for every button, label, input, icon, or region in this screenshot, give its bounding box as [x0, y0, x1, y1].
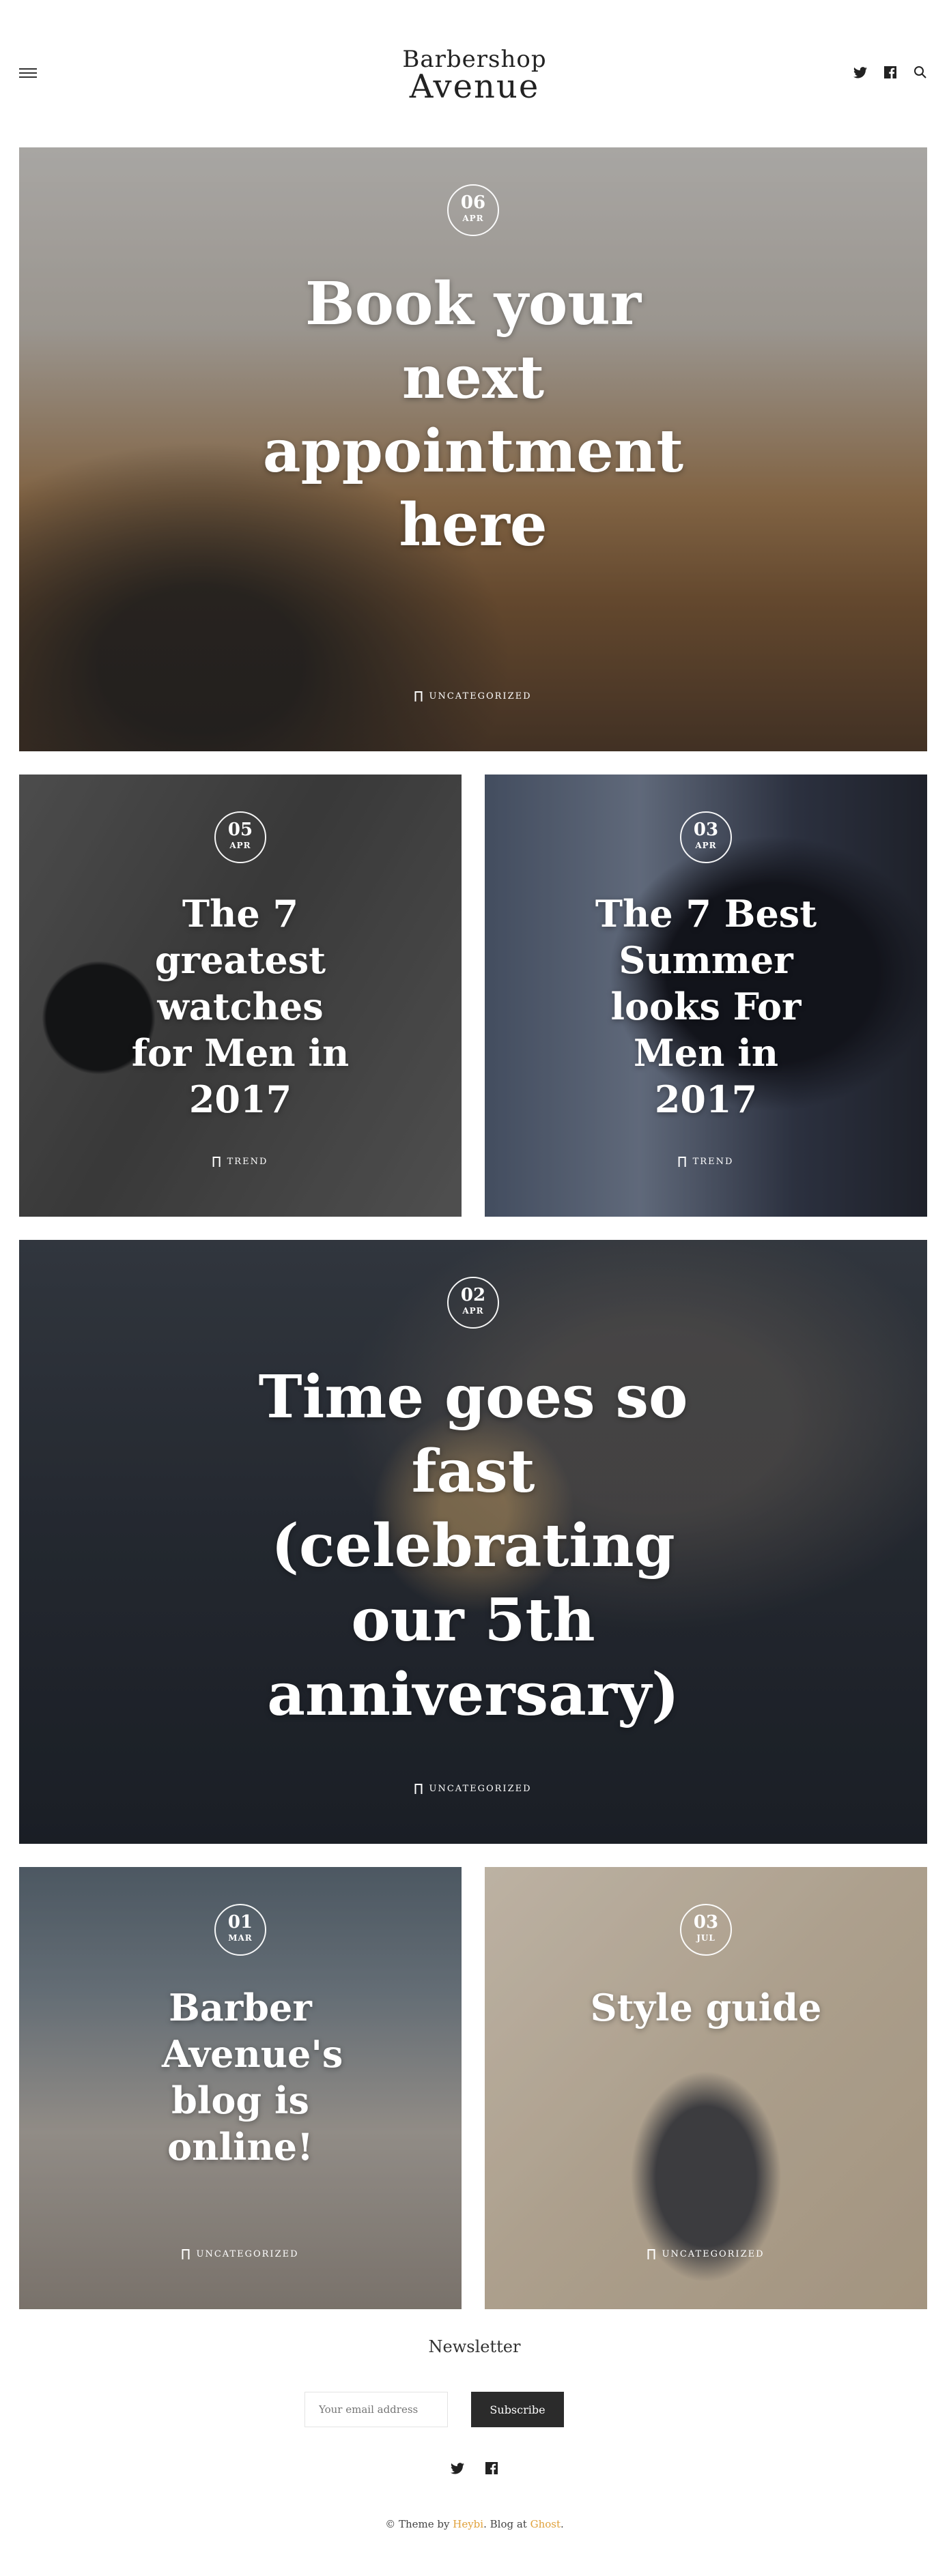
- post-tag[interactable]: UNCATEGORIZED: [182, 2249, 298, 2259]
- email-field[interactable]: [304, 2392, 448, 2427]
- post-tag-label: TREND: [692, 1157, 734, 1167]
- post-day: 02: [460, 1285, 486, 1305]
- facebook-icon[interactable]: [483, 2460, 500, 2476]
- post-title[interactable]: Book your next appointment here: [255, 267, 692, 562]
- post-month: APR: [229, 841, 251, 850]
- post-day: 06: [460, 192, 486, 213]
- post-card[interactable]: 05 APR The 7 greatest watches for Men in…: [19, 775, 462, 1217]
- post-card[interactable]: 06 APR Book your next appointment here U…: [19, 147, 927, 751]
- post-title[interactable]: Time goes so fast (celebrating our 5th a…: [255, 1360, 692, 1732]
- menu-icon[interactable]: [19, 66, 38, 81]
- post-date: 02 APR: [447, 1277, 499, 1329]
- bookmark-icon: [647, 2249, 655, 2259]
- header-icons: [852, 64, 929, 81]
- twitter-icon[interactable]: [852, 64, 868, 81]
- post-tag[interactable]: UNCATEGORIZED: [414, 1784, 531, 1794]
- post-card[interactable]: 03 APR The 7 Best Summer looks For Men i…: [485, 775, 927, 1217]
- post-day: 03: [693, 1912, 719, 1933]
- twitter-icon[interactable]: [449, 2460, 466, 2476]
- post-tag-label: UNCATEGORIZED: [429, 1784, 532, 1794]
- post-day: 05: [227, 820, 253, 840]
- post-month: APR: [462, 214, 484, 223]
- author-link[interactable]: Heybi: [453, 2518, 483, 2530]
- post-date: 01 MAR: [214, 1904, 266, 1956]
- post-month: MAR: [228, 1933, 253, 1943]
- post-tag-label: UNCATEGORIZED: [196, 2249, 299, 2259]
- post-date: 03 APR: [680, 811, 732, 863]
- site-logo[interactable]: Barbershop Avenue: [402, 48, 546, 106]
- post-title[interactable]: The 7 greatest watches for Men in 2017: [124, 891, 356, 1123]
- post-tag[interactable]: TREND: [212, 1157, 268, 1167]
- newsletter-section: Newsletter Subscribe: [0, 2337, 949, 2427]
- post-month: JUL: [696, 1933, 716, 1943]
- bookmark-icon: [182, 2249, 190, 2259]
- facebook-icon[interactable]: [882, 64, 898, 81]
- post-date: 06 APR: [447, 184, 499, 236]
- site-header: Barbershop Avenue: [0, 0, 949, 147]
- post-month: APR: [695, 841, 717, 850]
- search-icon[interactable]: [912, 64, 929, 81]
- bookmark-icon: [212, 1157, 221, 1167]
- footer-credits: © Theme by Heybi. Blog at Ghost.: [0, 2518, 949, 2530]
- post-tag[interactable]: UNCATEGORIZED: [414, 691, 531, 701]
- footer-middle: . Blog at: [483, 2518, 530, 2530]
- bookmark-icon: [678, 1157, 686, 1167]
- post-tag[interactable]: TREND: [678, 1157, 734, 1167]
- bookmark-icon: [414, 1784, 423, 1794]
- footer-social: [0, 2460, 949, 2476]
- post-month: APR: [462, 1306, 484, 1316]
- logo-line2: Avenue: [409, 68, 540, 106]
- subscribe-button[interactable]: Subscribe: [471, 2392, 564, 2427]
- bookmark-icon: [414, 691, 423, 701]
- footer-prefix: © Theme by: [385, 2518, 453, 2530]
- post-card[interactable]: 02 APR Time goes so fast (celebrating ou…: [19, 1240, 927, 1844]
- post-day: 01: [227, 1912, 253, 1933]
- post-title[interactable]: Style guide: [583, 1984, 829, 2031]
- newsletter-form: Subscribe: [304, 2392, 564, 2427]
- footer-suffix: .: [561, 2518, 564, 2530]
- newsletter-heading: Newsletter: [428, 2337, 521, 2356]
- post-card[interactable]: 03 JUL Style guide UNCATEGORIZED: [485, 1867, 927, 2309]
- post-tag-label: UNCATEGORIZED: [662, 2249, 765, 2259]
- post-tag-label: TREND: [227, 1157, 268, 1167]
- post-card[interactable]: 01 MAR Barber Avenue's blog is online! U…: [19, 1867, 462, 2309]
- post-title[interactable]: The 7 Best Summer looks For Men in 2017: [583, 891, 829, 1123]
- post-title[interactable]: Barber Avenue's blog is online!: [162, 1984, 343, 2170]
- platform-link[interactable]: Ghost: [530, 2518, 561, 2530]
- post-date: 03 JUL: [680, 1904, 732, 1956]
- post-tag-label: UNCATEGORIZED: [429, 691, 532, 701]
- post-date: 05 APR: [214, 811, 266, 863]
- post-tag[interactable]: UNCATEGORIZED: [647, 2249, 764, 2259]
- post-day: 03: [693, 820, 719, 840]
